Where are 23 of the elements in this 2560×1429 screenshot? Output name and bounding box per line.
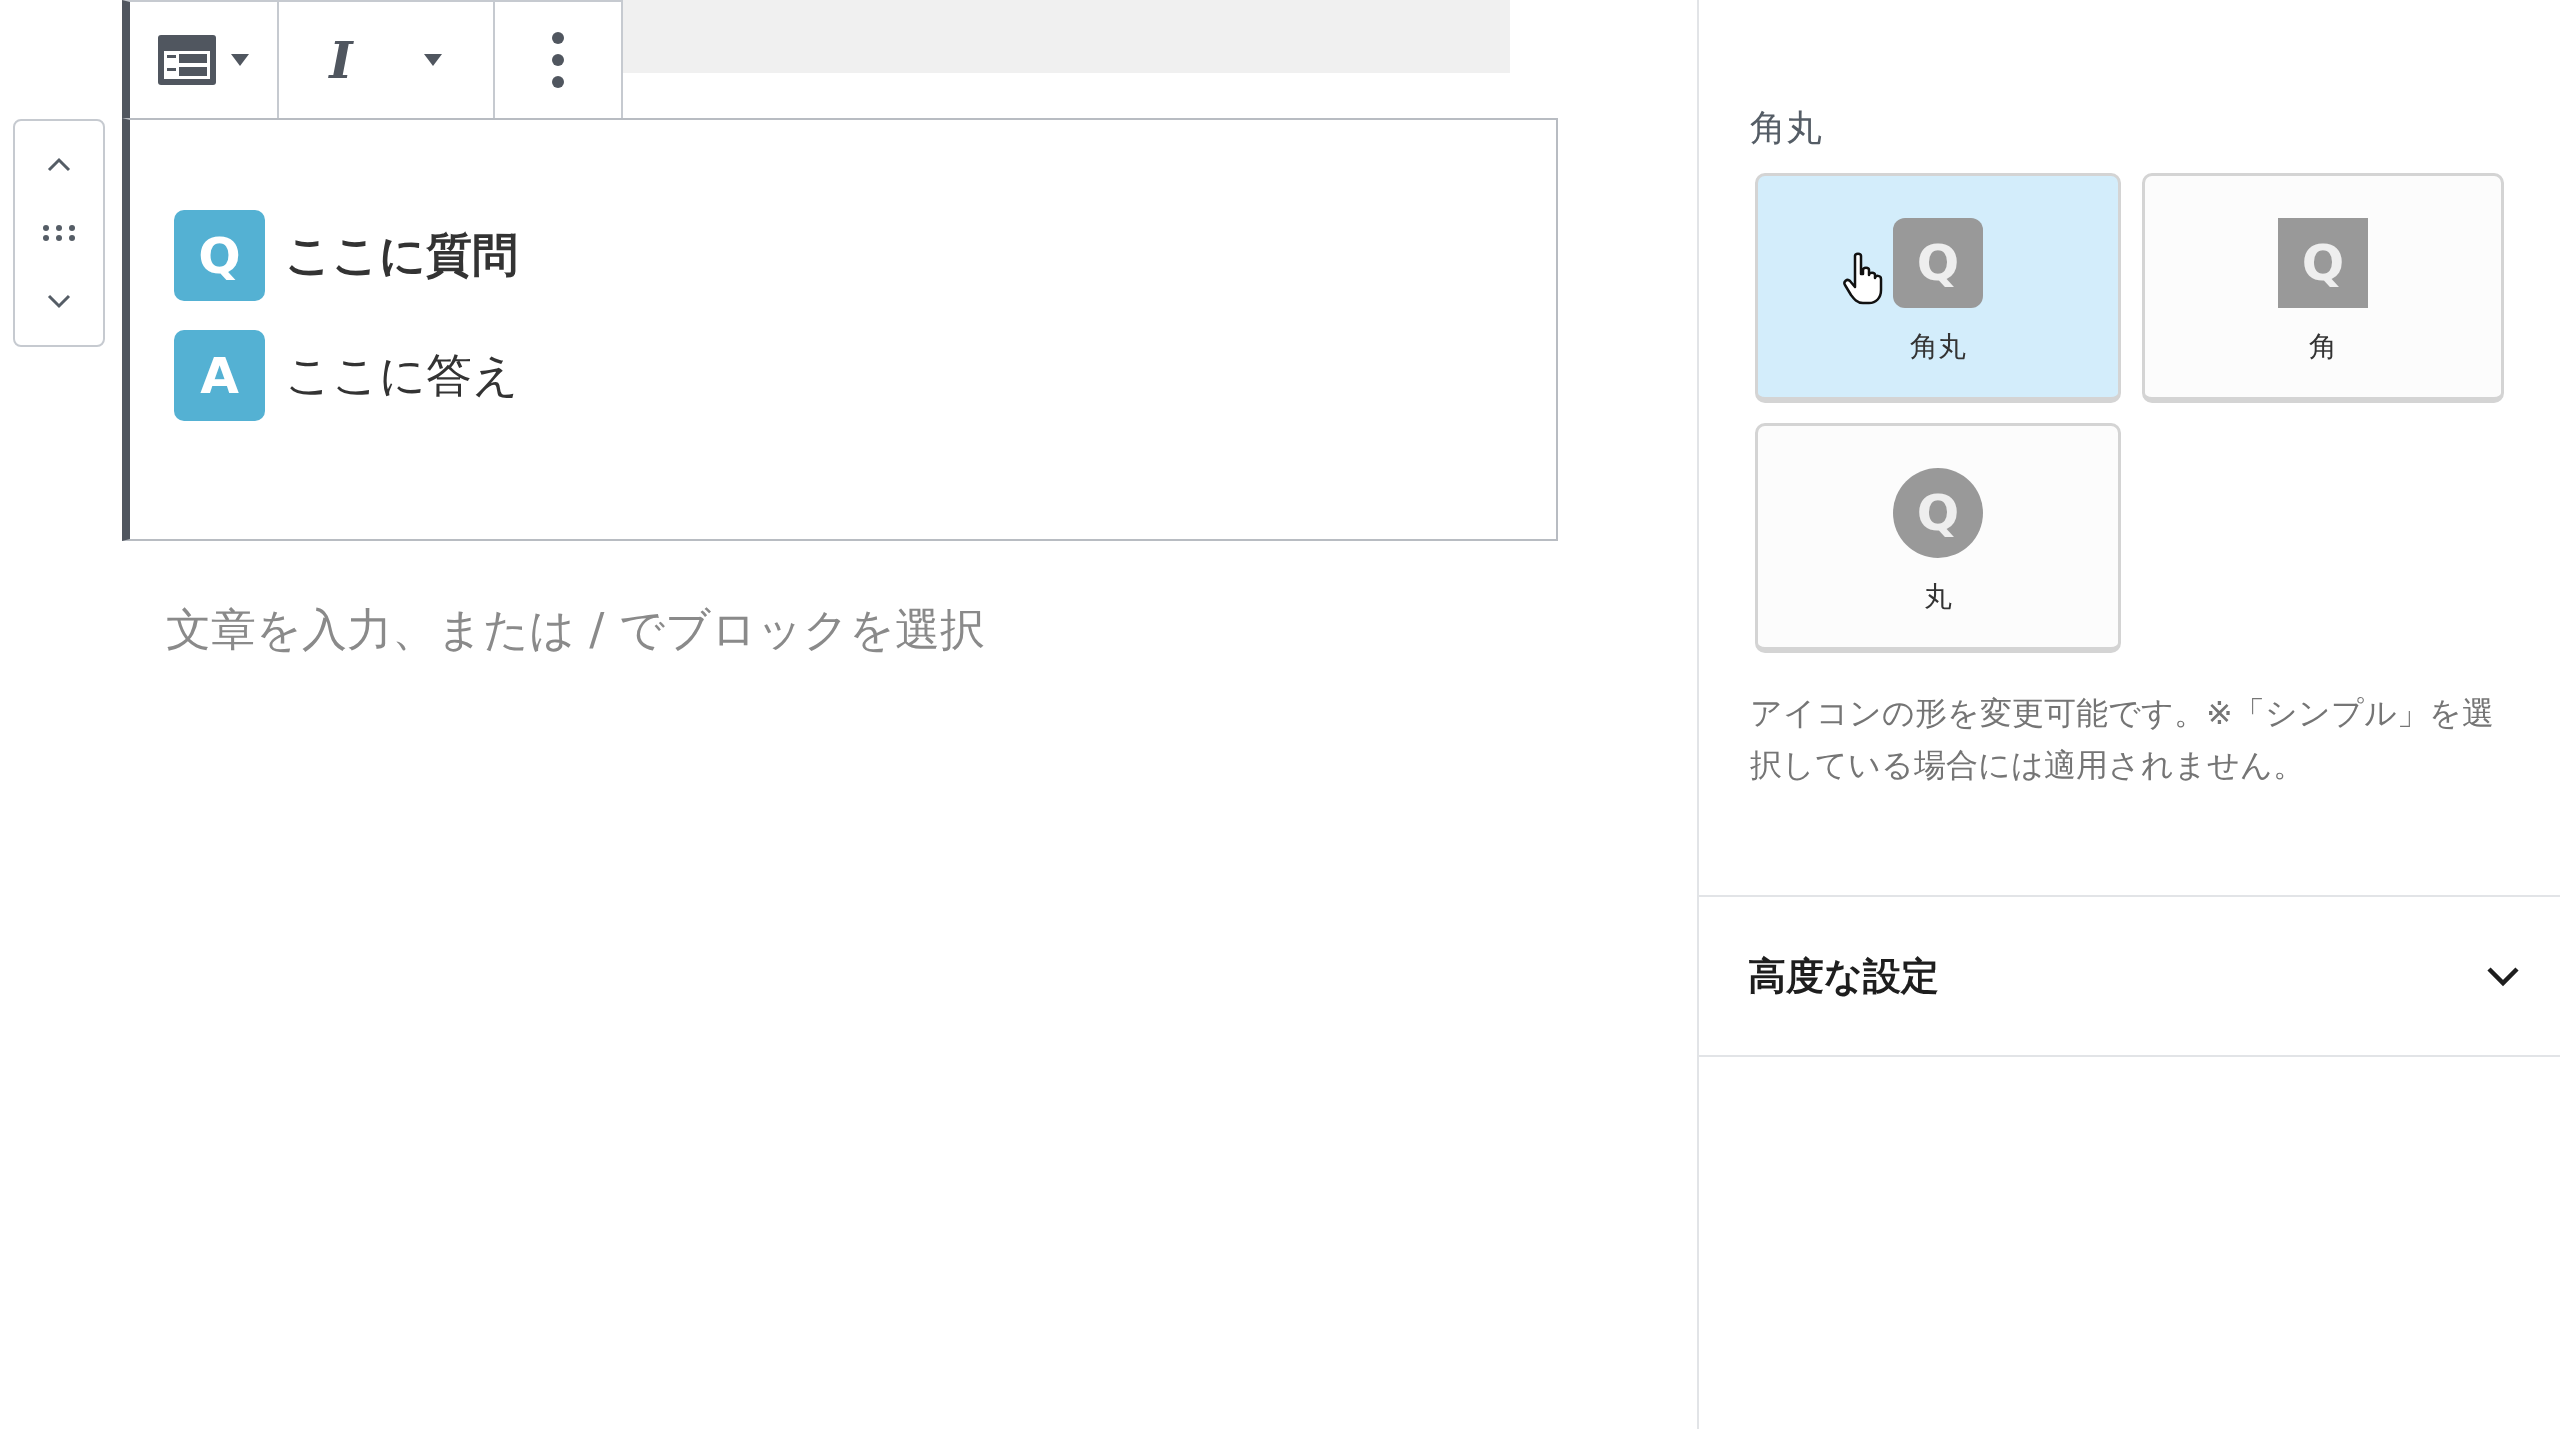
answer-text: ここに答え bbox=[285, 346, 519, 404]
answer-badge: A bbox=[174, 330, 265, 421]
shape-option[interactable]: Q 角丸 bbox=[1755, 173, 2121, 403]
question-text: ここに質問 bbox=[285, 226, 518, 284]
chevron-down-icon bbox=[2486, 965, 2520, 987]
shape-preview-badge: Q bbox=[1893, 468, 1983, 558]
shape-preview-badge: Q bbox=[2278, 218, 2368, 308]
chevron-up-icon bbox=[46, 156, 72, 173]
question-badge: Q bbox=[174, 210, 265, 301]
panel-title: 高度な設定 bbox=[1748, 952, 1939, 1000]
chevron-down-icon bbox=[46, 293, 72, 310]
drag-dots-icon bbox=[42, 224, 76, 242]
shape-preview-badge: Q bbox=[1893, 218, 1983, 308]
shape-option[interactable]: Q 丸 bbox=[1755, 423, 2121, 653]
paragraph-input[interactable]: 文章を入力、または / でブロックを選択 bbox=[166, 603, 1366, 656]
caret-icon bbox=[229, 53, 250, 67]
section-label: 角丸 bbox=[1750, 106, 1823, 150]
help-text: アイコンの形を変更可能です。※「シンプル」を選択している場合には適用されません。 bbox=[1750, 693, 2495, 786]
shape-option[interactable]: Q 角 bbox=[2142, 173, 2504, 403]
caret-icon bbox=[422, 53, 443, 67]
more-vertical-icon bbox=[551, 31, 565, 89]
list-block-icon bbox=[157, 35, 216, 85]
advanced-settings-panel[interactable]: 高度な設定 bbox=[1699, 895, 2560, 1057]
